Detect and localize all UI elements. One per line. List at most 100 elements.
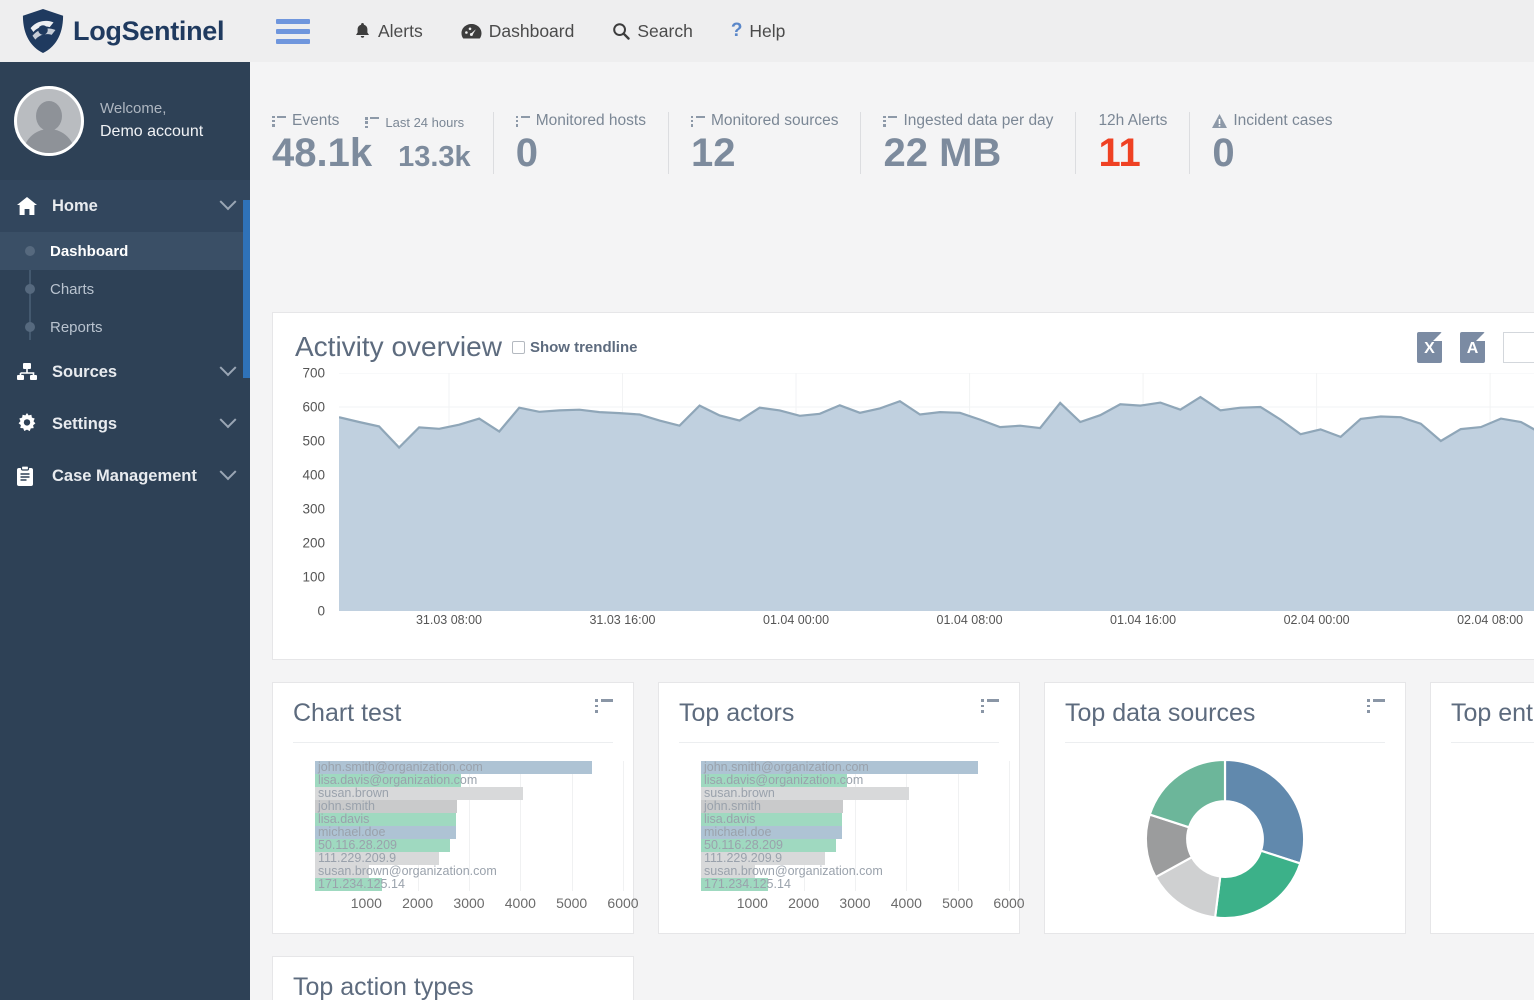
nav-alerts-label: Alerts xyxy=(378,21,423,42)
brand[interactable]: LogSentinel xyxy=(0,0,250,62)
divider xyxy=(293,742,613,743)
sidebar-item-reports[interactable]: Reports xyxy=(0,308,250,346)
stat-monitored-hosts: Monitored hosts 0 xyxy=(493,112,668,174)
bar-label: susan.brown@organization.com xyxy=(704,864,883,878)
bar-label: john.smith xyxy=(704,799,761,813)
sidebar-item-home[interactable]: Home xyxy=(0,180,250,232)
sidebar-scrollbar[interactable] xyxy=(243,200,250,378)
show-trendline-toggle[interactable]: Show trendline xyxy=(512,339,638,356)
list-icon xyxy=(883,116,897,127)
x-tick: 6000 xyxy=(607,895,638,911)
nav-help[interactable]: ? Help xyxy=(731,20,786,42)
activity-chart-x-axis: 31.03 08:0031.03 16:0001.04 00:0001.04 0… xyxy=(339,613,1534,637)
bar-label: 111.229.209.9 xyxy=(704,851,782,865)
top-navigation: Alerts Dashboard Search ? Help xyxy=(354,20,785,42)
chevron-down-icon xyxy=(220,411,237,428)
y-tick: 600 xyxy=(302,400,325,415)
bar-label: michael.doe xyxy=(318,825,385,839)
grid-line xyxy=(1009,761,1010,891)
sidebar-item-sources-label: Sources xyxy=(52,363,222,382)
list-icon xyxy=(272,116,286,127)
sidebar-item-dashboard[interactable]: Dashboard xyxy=(0,232,250,270)
stat-monitored-hosts-value: 0 xyxy=(516,132,538,174)
stat-ingested-data-label: Ingested data per day xyxy=(903,112,1053,130)
card-top-entities: Top entities xyxy=(1430,682,1534,934)
x-tick: 3000 xyxy=(839,895,870,911)
x-tick: 6000 xyxy=(993,895,1024,911)
warning-icon xyxy=(1212,114,1227,128)
stats-bar: Events Last 24 hours 48.1k 13.3k Monitor… xyxy=(250,62,1534,212)
x-tick: 4000 xyxy=(891,895,922,911)
x-tick: 02.04 00:00 xyxy=(1284,613,1350,627)
card-top-action-types-title: Top action types xyxy=(293,973,474,1000)
x-tick: 5000 xyxy=(942,895,973,911)
clipboard-icon xyxy=(16,466,46,487)
activity-chart-plot xyxy=(339,373,1534,611)
export-excel-glyph: X xyxy=(1424,340,1435,358)
bar-label: michael.doe xyxy=(704,825,771,839)
card-top-data-sources: Top data sources xyxy=(1044,682,1406,934)
bar-label: susan.brown@organization.com xyxy=(318,864,497,878)
stat-incident-cases-label: Incident cases xyxy=(1233,112,1332,130)
bar-label: 50.116.28.209 xyxy=(704,838,783,852)
sidebar-item-sources[interactable]: Sources xyxy=(0,346,250,398)
y-tick: 100 xyxy=(302,570,325,585)
sidebar-item-settings[interactable]: Settings xyxy=(0,398,250,450)
list-menu-icon[interactable] xyxy=(981,699,999,713)
bar-label: lisa.davis@organization.com xyxy=(318,773,477,787)
x-tick: 4000 xyxy=(505,895,536,911)
home-icon xyxy=(16,196,46,216)
export-extra-button[interactable] xyxy=(1503,332,1534,363)
card-top-actors: Top actors john.smith@organization.com l… xyxy=(658,682,1020,934)
sidebar-subnav-home: Dashboard Charts Reports xyxy=(0,232,250,346)
card-top-actors-title: Top actors xyxy=(679,699,794,728)
sidebar-item-settings-label: Settings xyxy=(52,415,222,434)
sidebar-item-case-management[interactable]: Case Management xyxy=(0,450,250,502)
hamburger-bar xyxy=(276,19,310,24)
nav-search-label: Search xyxy=(637,21,692,42)
divider xyxy=(679,742,999,743)
main-content: Events Last 24 hours 48.1k 13.3k Monitor… xyxy=(250,62,1534,1000)
show-trendline-checkbox[interactable] xyxy=(512,341,525,354)
stat-monitored-sources-label: Monitored sources xyxy=(711,112,839,130)
bar-plot: john.smith@organization.com lisa.davis@o… xyxy=(315,761,623,891)
bar-label: john.smith@organization.com xyxy=(704,760,869,774)
list-menu-icon[interactable] xyxy=(595,699,613,713)
welcome-greeting: Welcome, xyxy=(100,98,203,121)
nav-help-label: Help xyxy=(749,21,785,42)
hamburger-bar xyxy=(276,39,310,44)
card-top-data-sources-title: Top data sources xyxy=(1065,699,1255,728)
sidebar-item-home-label: Home xyxy=(52,197,222,216)
sidebar-item-charts[interactable]: Charts xyxy=(0,270,250,308)
stat-events-label-wrap: Events xyxy=(272,112,339,130)
activity-area-series xyxy=(339,373,1534,611)
nav-search[interactable]: Search xyxy=(612,21,692,42)
menu-toggle-button[interactable] xyxy=(276,19,310,44)
nav-alerts[interactable]: Alerts xyxy=(354,21,423,42)
bar-label: john.smith@organization.com xyxy=(318,760,483,774)
y-tick: 400 xyxy=(302,468,325,483)
stat-monitored-hosts-label-wrap: Monitored hosts xyxy=(516,112,646,130)
show-trendline-label: Show trendline xyxy=(530,339,638,356)
x-tick: 2000 xyxy=(402,895,433,911)
activity-overview-header: Activity overview Show trendline X A xyxy=(273,313,1534,373)
bar-label: 50.116.28.209 xyxy=(318,838,397,852)
card-chart-test-title: Chart test xyxy=(293,699,401,728)
top-bar: LogSentinel Alerts Dashboard Search ? xyxy=(0,0,1534,62)
export-pdf-button[interactable]: A xyxy=(1460,332,1485,363)
list-icon xyxy=(691,116,705,127)
chevron-down-icon xyxy=(220,463,237,480)
stat-events-sublabel: Last 24 hours xyxy=(385,115,464,130)
activity-chart-y-axis: 0100200300400500600700 xyxy=(273,373,329,611)
stat-monitored-sources-value: 12 xyxy=(691,132,736,174)
export-excel-button[interactable]: X xyxy=(1417,332,1442,363)
sidebar-item-case-management-label: Case Management xyxy=(52,467,222,486)
bar-x-axis: 100020003000400050006000 xyxy=(701,895,1009,915)
list-icon xyxy=(516,116,530,127)
bell-icon xyxy=(354,22,371,40)
stat-12h-alerts: 12h Alerts 11 xyxy=(1075,112,1189,174)
sidebar-item-reports-label: Reports xyxy=(50,319,103,336)
list-menu-icon[interactable] xyxy=(1367,699,1385,713)
user-profile[interactable]: Welcome, Demo account xyxy=(0,62,250,180)
nav-dashboard[interactable]: Dashboard xyxy=(461,21,575,42)
